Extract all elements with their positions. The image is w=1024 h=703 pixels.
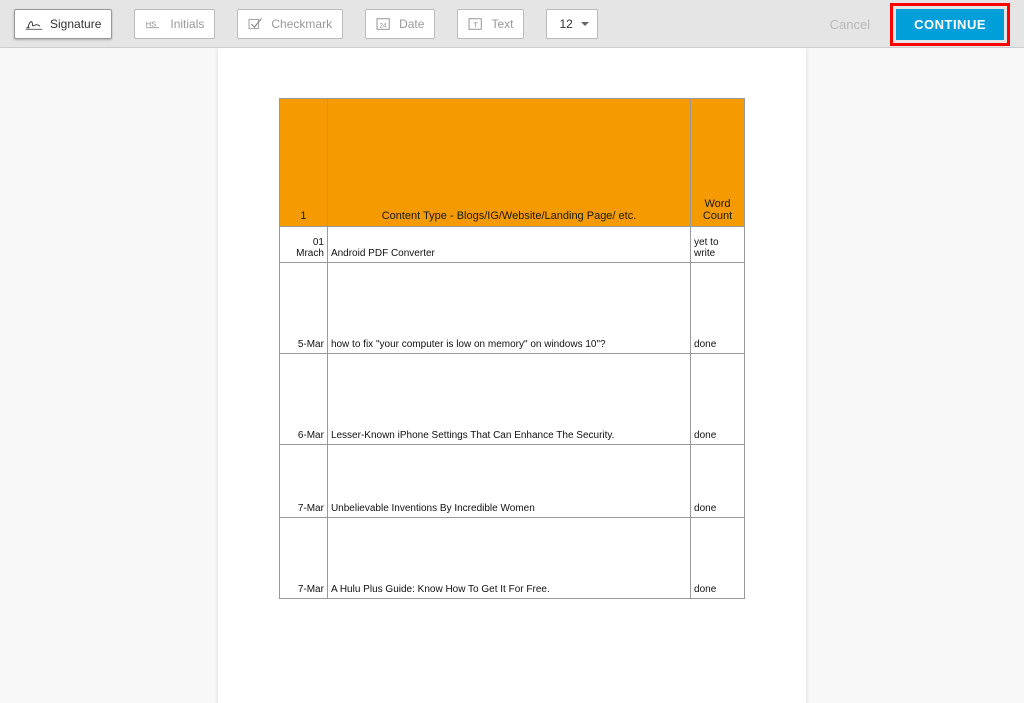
date-icon: 24 — [376, 17, 392, 31]
cell-status: done — [691, 263, 745, 354]
table-row: 5-Mar how to fix "your computer is low o… — [280, 263, 745, 354]
table-row: 01 Mrach Android PDF Converter yet to wr… — [280, 227, 745, 263]
table-header-content: Content Type - Blogs/IG/Website/Landing … — [327, 99, 690, 227]
chevron-down-icon — [581, 22, 589, 26]
continue-button[interactable]: CONTINUE — [896, 9, 1004, 40]
text-tool-button[interactable]: T Text — [457, 9, 524, 39]
checkmark-tool-button[interactable]: Checkmark — [237, 9, 343, 39]
document-page: 1 Content Type - Blogs/IG/Website/Landin… — [218, 48, 806, 703]
cell-date: 5-Mar — [280, 263, 328, 354]
cancel-button[interactable]: Cancel — [830, 17, 870, 32]
checkmark-icon — [248, 17, 264, 31]
cell-status: done — [691, 518, 745, 599]
initials-icon: HS — [145, 17, 163, 31]
initials-tool-label: Initials — [170, 17, 204, 31]
toolbar: Signature HS Initials Checkmark 24 Date … — [0, 0, 1024, 48]
cell-status: yet to write — [691, 227, 745, 263]
signature-icon — [25, 17, 43, 31]
cell-content: Android PDF Converter — [327, 227, 690, 263]
signature-tool-button[interactable]: Signature — [14, 9, 112, 39]
initials-tool-button[interactable]: HS Initials — [134, 9, 215, 39]
signature-tool-label: Signature — [50, 17, 101, 31]
font-size-select[interactable]: 12 — [546, 9, 597, 39]
cell-date: 7-Mar — [280, 445, 328, 518]
cell-content: Lesser-Known iPhone Settings That Can En… — [327, 354, 690, 445]
text-tool-label: Text — [491, 17, 513, 31]
table-header-wordcount: Word Count — [691, 99, 745, 227]
document-workspace[interactable]: 1 Content Type - Blogs/IG/Website/Landin… — [0, 48, 1024, 703]
svg-text:HS: HS — [146, 19, 156, 28]
content-table: 1 Content Type - Blogs/IG/Website/Landin… — [279, 98, 745, 599]
cell-date: 01 Mrach — [280, 227, 328, 263]
date-tool-label: Date — [399, 17, 424, 31]
checkmark-tool-label: Checkmark — [271, 17, 332, 31]
svg-text:24: 24 — [380, 22, 387, 29]
continue-highlight: CONTINUE — [890, 3, 1010, 46]
svg-text:T: T — [474, 22, 479, 29]
text-icon: T — [468, 17, 484, 31]
cell-status: done — [691, 354, 745, 445]
toolbar-right-actions: Cancel CONTINUE — [830, 0, 1010, 48]
cell-content: how to fix "your computer is low on memo… — [327, 263, 690, 354]
font-size-value: 12 — [559, 17, 572, 31]
cell-date: 6-Mar — [280, 354, 328, 445]
cell-status: done — [691, 445, 745, 518]
table-row: 6-Mar Lesser-Known iPhone Settings That … — [280, 354, 745, 445]
table-header-index: 1 — [280, 99, 328, 227]
cell-content: A Hulu Plus Guide: Know How To Get It Fo… — [327, 518, 690, 599]
date-tool-button[interactable]: 24 Date — [365, 9, 435, 39]
table-row: 7-Mar Unbelievable Inventions By Incredi… — [280, 445, 745, 518]
cell-date: 7-Mar — [280, 518, 328, 599]
table-row: 7-Mar A Hulu Plus Guide: Know How To Get… — [280, 518, 745, 599]
cell-content: Unbelievable Inventions By Incredible Wo… — [327, 445, 690, 518]
